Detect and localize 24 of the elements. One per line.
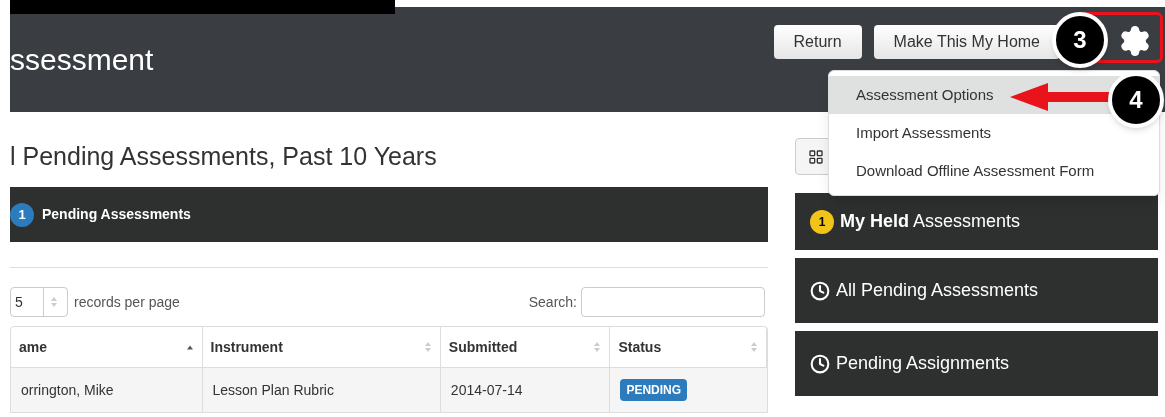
settings-icon[interactable]	[1118, 24, 1152, 58]
clock-icon	[810, 353, 830, 374]
page-header-title: ssessment	[10, 42, 154, 78]
search-field[interactable]	[581, 287, 765, 317]
section-heading: l Pending Assessments, Past 10 Years	[10, 141, 438, 172]
records-per-page-select[interactable]: 5	[10, 287, 68, 317]
table-cell: 2014-07-14	[440, 368, 611, 412]
side-panel-link[interactable]: All Pending Assessments	[795, 258, 1158, 323]
table-cell: orrington, Mike	[11, 368, 203, 412]
table-cell: Lesson Plan Rubric	[202, 368, 441, 412]
menu-item[interactable]: Download Offline Assessment Form	[829, 152, 1159, 190]
status-badge: PENDING	[620, 379, 688, 401]
search-label: Search:	[528, 292, 577, 312]
sort-icon	[50, 296, 58, 308]
side-panel-link[interactable]: Pending Assignments	[795, 331, 1158, 396]
clock-icon	[810, 280, 830, 301]
records-label: records per page	[74, 292, 180, 312]
header-button[interactable]: Make This My Home	[873, 25, 1060, 59]
grid-icon	[808, 148, 824, 165]
panel-title: Pending Assessments	[42, 205, 191, 224]
side-panel-link[interactable]: 1 My Held Assessments	[795, 193, 1158, 250]
header-button[interactable]: Return	[773, 25, 862, 59]
count-badge: 1	[810, 209, 834, 234]
count-badge: 1	[10, 202, 34, 227]
